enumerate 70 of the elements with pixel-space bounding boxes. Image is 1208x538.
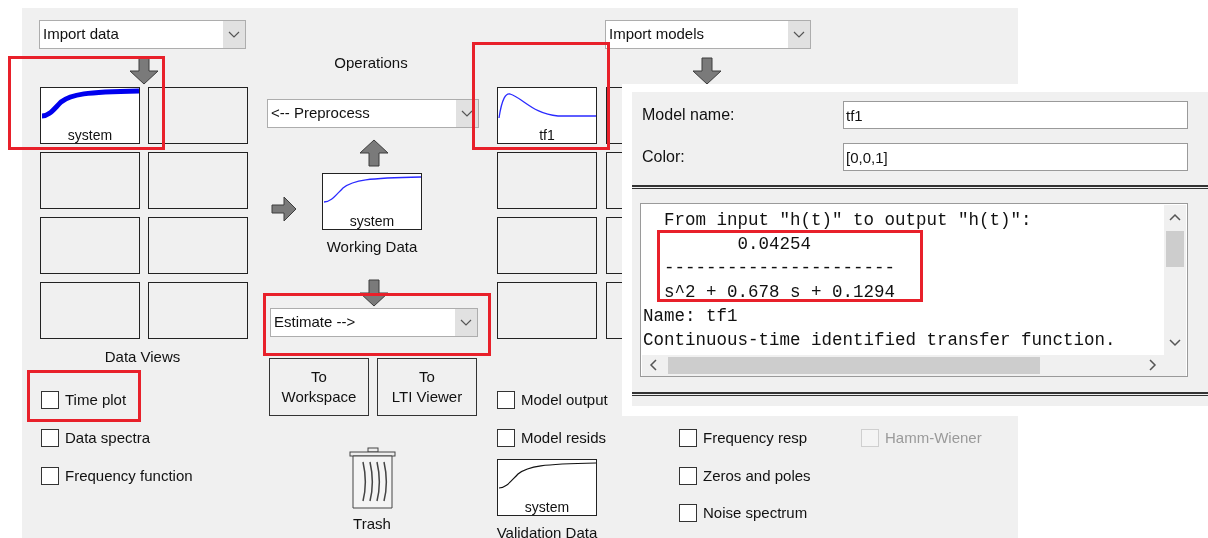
tile-label: system bbox=[66, 127, 114, 143]
plot-tile[interactable]: system bbox=[40, 87, 140, 144]
tile[interactable] bbox=[40, 217, 140, 274]
caret-icon bbox=[223, 21, 245, 48]
checkbox-label: Zeros and poles bbox=[703, 467, 811, 485]
checkbox[interactable] bbox=[679, 504, 697, 522]
text-field[interactable]: tf1 bbox=[843, 101, 1188, 129]
tile[interactable] bbox=[40, 282, 140, 339]
plot-tile[interactable]: system bbox=[322, 173, 422, 230]
dropdown[interactable]: Import data bbox=[39, 20, 246, 49]
vertical-scrollbar[interactable] bbox=[1164, 205, 1186, 355]
code-line: s^2 + 0.678 s + 0.1294 bbox=[663, 281, 896, 304]
checkbox-label: Hamm-Wiener bbox=[885, 429, 982, 447]
plot-tile[interactable]: system bbox=[497, 459, 597, 516]
tile[interactable] bbox=[148, 87, 248, 144]
code-line: From input "h(t)" to output "h(t)": bbox=[663, 209, 1032, 232]
arrow-icon bbox=[692, 57, 722, 85]
caption: Working Data bbox=[325, 237, 419, 257]
tile[interactable] bbox=[148, 152, 248, 209]
checkbox-label: Time plot bbox=[65, 391, 127, 409]
tile[interactable] bbox=[497, 152, 597, 209]
text-field[interactable]: [0,0,1] bbox=[843, 143, 1188, 171]
checkbox[interactable] bbox=[41, 467, 59, 485]
arrow-icon bbox=[359, 279, 389, 307]
tile-label: system bbox=[523, 499, 571, 515]
checkbox[interactable] bbox=[41, 429, 59, 447]
dropdown[interactable]: <-- Preprocess bbox=[267, 99, 479, 128]
arrow-icon bbox=[129, 57, 159, 85]
tile[interactable] bbox=[497, 217, 597, 274]
tile[interactable] bbox=[148, 282, 248, 339]
code-line: Name: tf1 bbox=[643, 305, 738, 328]
code-line: ---------------------- bbox=[663, 257, 896, 280]
section-title: Operations bbox=[333, 53, 409, 73]
arrow-icon bbox=[359, 139, 389, 167]
horizontal-scrollbar[interactable] bbox=[642, 355, 1186, 376]
tile[interactable] bbox=[148, 217, 248, 274]
checkbox-label: Model resids bbox=[521, 429, 607, 447]
plot-tile[interactable]: tf1 bbox=[497, 87, 597, 144]
checkbox-label: Noise spectrum bbox=[703, 504, 808, 522]
tile[interactable] bbox=[606, 152, 622, 209]
field-label: Model name: bbox=[642, 105, 736, 125]
caption: Trash bbox=[352, 514, 392, 534]
arrow-icon bbox=[271, 196, 298, 224]
caption: Validation Data bbox=[495, 523, 599, 538]
checkbox-label: Frequency function bbox=[65, 467, 193, 485]
checkbox-label: Model output bbox=[521, 391, 608, 409]
tile-label: system bbox=[348, 213, 396, 229]
code-line: Continuous-time identified transfer function. bbox=[643, 329, 1116, 352]
caret-icon bbox=[788, 21, 810, 48]
field-label: Color: bbox=[642, 147, 686, 167]
checkbox[interactable] bbox=[41, 391, 59, 409]
checkbox-label: Data spectra bbox=[65, 429, 151, 447]
checkbox[interactable] bbox=[497, 391, 515, 409]
tile[interactable] bbox=[40, 152, 140, 209]
tile[interactable] bbox=[497, 282, 597, 339]
tile[interactable] bbox=[606, 282, 622, 339]
checkbox[interactable] bbox=[497, 429, 515, 447]
action-button[interactable]: To LTI Viewer bbox=[377, 358, 477, 416]
code-line: 0.04254 bbox=[736, 233, 812, 256]
action-button[interactable]: To Workspace bbox=[269, 358, 369, 416]
checkbox-label: Frequency resp bbox=[703, 429, 808, 447]
caret-icon bbox=[455, 309, 477, 336]
section-title: Data Views bbox=[103, 348, 182, 366]
tile[interactable] bbox=[606, 217, 622, 274]
tile-label: tf1 bbox=[538, 127, 556, 143]
trash-icon bbox=[349, 447, 396, 509]
dropdown[interactable]: Import models bbox=[605, 20, 811, 49]
checkbox[interactable] bbox=[679, 467, 697, 485]
checkbox[interactable] bbox=[679, 429, 697, 447]
dropdown[interactable]: Estimate --> bbox=[270, 308, 478, 337]
